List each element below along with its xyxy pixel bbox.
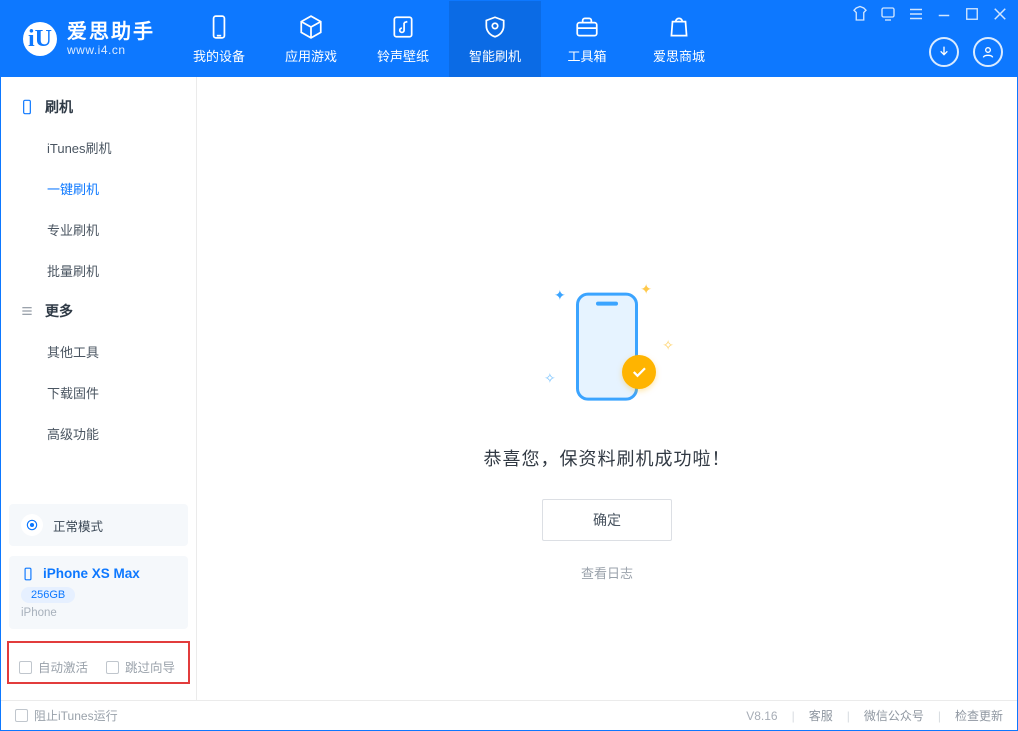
option-auto-activate[interactable]: 自动激活: [19, 657, 88, 676]
account-button[interactable]: [973, 37, 1003, 67]
sidebar-group-more: 更多: [1, 291, 196, 331]
block-itunes-option[interactable]: 阻止iTunes运行: [15, 707, 118, 724]
spark-icon: ✧: [662, 337, 674, 354]
sidebar-item-oneclick-flash[interactable]: 一键刷机: [1, 168, 196, 209]
device-name-text: iPhone XS Max: [43, 566, 140, 581]
group-title: 刷机: [45, 97, 73, 117]
window-controls: [851, 5, 1009, 23]
phone-icon: [206, 14, 232, 40]
result-title: 恭喜您，保资料刷机成功啦！: [427, 445, 787, 471]
wechat-link[interactable]: 微信公众号: [864, 707, 924, 724]
option-label: 阻止iTunes运行: [34, 709, 118, 723]
option-label: 跳过向导: [125, 661, 175, 675]
device-mode-label: 正常模式: [53, 516, 103, 535]
device-type: iPhone: [21, 607, 176, 619]
sidebar-item-pro-flash[interactable]: 专业刷机: [1, 209, 196, 250]
nav-label: 爱思商城: [653, 46, 705, 65]
group-title: 更多: [45, 301, 73, 321]
checkbox-icon[interactable]: [15, 709, 28, 722]
support-link[interactable]: 客服: [809, 707, 833, 724]
music-icon: [390, 14, 416, 40]
option-skip-guide[interactable]: 跳过向导: [106, 657, 175, 676]
minimize-icon[interactable]: [935, 5, 953, 23]
version-label: V8.16: [746, 709, 777, 723]
device-name: iPhone XS Max: [21, 566, 176, 581]
shield-icon: [482, 14, 508, 40]
sidebar-item-download-firmware[interactable]: 下载固件: [1, 372, 196, 413]
title-bar: iU 爱思助手 www.i4.cn 我的设备 应用游戏 铃声壁纸 智能刷机 工具…: [1, 1, 1017, 77]
app-name: 爱思助手: [67, 21, 155, 43]
nav-apps-games[interactable]: 应用游戏: [265, 1, 357, 77]
sidebar-group-flash: 刷机: [1, 87, 196, 127]
content-area: 刷机 iTunes刷机 一键刷机 专业刷机 批量刷机 更多 其他工具 下载固件 …: [1, 77, 1017, 700]
nav-label: 铃声壁纸: [377, 46, 429, 65]
sidebar-item-batch-flash[interactable]: 批量刷机: [1, 250, 196, 291]
list-icon: [19, 303, 35, 319]
feedback-icon[interactable]: [879, 5, 897, 23]
app-logo: iU 爱思助手 www.i4.cn: [1, 1, 173, 77]
ok-button[interactable]: 确定: [542, 499, 672, 541]
option-label: 自动激活: [38, 661, 88, 675]
nav-my-device[interactable]: 我的设备: [173, 1, 265, 77]
close-icon[interactable]: [991, 5, 1009, 23]
nav-ringtone-wallpaper[interactable]: 铃声壁纸: [357, 1, 449, 77]
cube-icon: [298, 14, 324, 40]
device-mode-card[interactable]: 正常模式: [9, 504, 188, 546]
nav-label: 我的设备: [193, 46, 245, 65]
options-highlight: 自动激活 跳过向导: [7, 641, 190, 684]
bag-icon: [666, 14, 692, 40]
phone-small-icon: [21, 567, 35, 581]
sidebar-item-advanced[interactable]: 高级功能: [1, 413, 196, 454]
separator: |: [792, 709, 795, 723]
check-badge-icon: [622, 355, 656, 389]
sidebar-item-other-tools[interactable]: 其他工具: [1, 331, 196, 372]
toolbox-icon: [574, 14, 600, 40]
nav-label: 工具箱: [567, 46, 606, 65]
menu-icon[interactable]: [907, 5, 925, 23]
device-capacity-badge: 256GB: [21, 587, 75, 603]
view-log-link[interactable]: 查看日志: [427, 563, 787, 582]
nav-label: 应用游戏: [285, 46, 337, 65]
result-block: ✦ ✦ ✧ ✧ 恭喜您，保资料刷机成功啦！ 确定 查看日志: [427, 277, 787, 582]
nav-toolbox[interactable]: 工具箱: [541, 1, 633, 77]
main-panel: ✦ ✦ ✧ ✧ 恭喜您，保资料刷机成功啦！ 确定 查看日志: [197, 77, 1017, 700]
check-update-link[interactable]: 检查更新: [955, 707, 1003, 724]
sidebar: 刷机 iTunes刷机 一键刷机 专业刷机 批量刷机 更多 其他工具 下载固件 …: [1, 77, 197, 700]
download-button[interactable]: [929, 37, 959, 67]
mode-icon: [21, 514, 43, 536]
nav-label: 智能刷机: [469, 46, 521, 65]
nav-smart-flash[interactable]: 智能刷机: [449, 1, 541, 77]
nav-store[interactable]: 爱思商城: [633, 1, 725, 77]
header-actions: [929, 37, 1003, 67]
phone-outline-icon: [19, 99, 35, 115]
logo-text: 爱思助手 www.i4.cn: [67, 21, 155, 57]
separator: |: [847, 709, 850, 723]
spark-icon: ✦: [640, 281, 652, 298]
device-info-card[interactable]: iPhone XS Max 256GB iPhone: [9, 556, 188, 629]
skin-icon[interactable]: [851, 5, 869, 23]
top-nav: 我的设备 应用游戏 铃声壁纸 智能刷机 工具箱 爱思商城: [173, 1, 725, 77]
sidebar-item-itunes-flash[interactable]: iTunes刷机: [1, 127, 196, 168]
app-domain: www.i4.cn: [67, 43, 155, 57]
logo-badge: iU: [23, 22, 57, 56]
maximize-icon[interactable]: [963, 5, 981, 23]
spark-icon: ✦: [554, 287, 566, 304]
success-illustration: ✦ ✦ ✧ ✧: [532, 277, 682, 427]
spark-icon: ✧: [544, 370, 556, 387]
checkbox-icon[interactable]: [106, 661, 119, 674]
status-bar: 阻止iTunes运行 V8.16 | 客服 | 微信公众号 | 检查更新: [1, 700, 1017, 730]
separator: |: [938, 709, 941, 723]
checkbox-icon[interactable]: [19, 661, 32, 674]
